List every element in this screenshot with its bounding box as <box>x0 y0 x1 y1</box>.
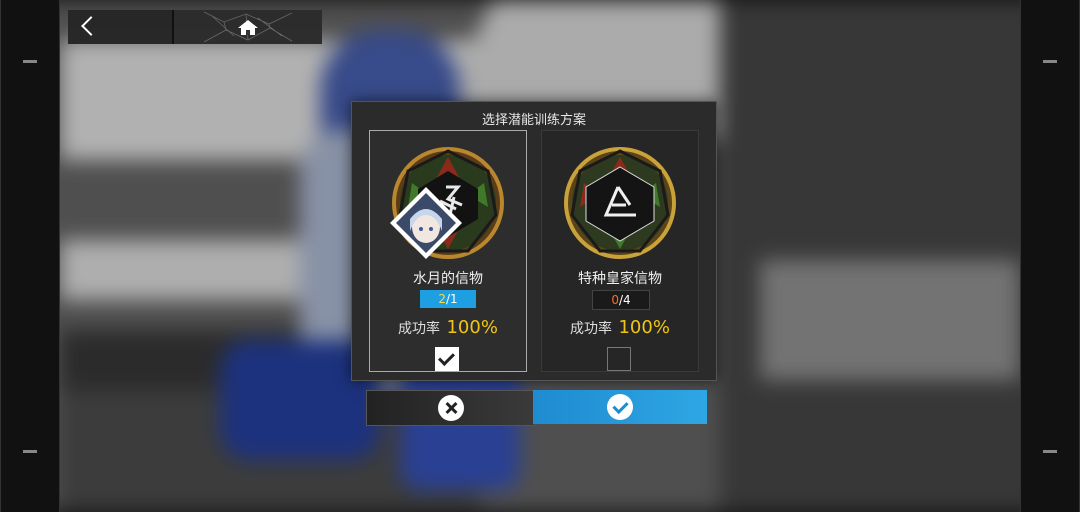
item-count: 2/1 <box>420 290 476 308</box>
home-button[interactable] <box>174 10 322 44</box>
confirm-button[interactable] <box>533 390 707 424</box>
option-name: 特种皇家信物 <box>578 271 662 287</box>
option-checkbox-2[interactable] <box>607 347 631 371</box>
success-rate: 成功率 100% <box>542 317 698 338</box>
success-rate-label: 成功率 <box>570 321 613 337</box>
dialog-title: 选择潜能训练方案 <box>481 113 586 128</box>
option-card-1[interactable]: 水月的信物 2/1 成功率 100% <box>369 130 527 372</box>
dialog-actions <box>366 390 707 426</box>
operator-portrait <box>390 187 462 259</box>
count-current: 2 <box>438 292 446 306</box>
count-total: 4 <box>623 293 631 307</box>
token-medal-icon <box>564 147 676 259</box>
check-circle-icon <box>607 394 633 420</box>
back-button[interactable] <box>68 10 174 44</box>
close-circle-icon <box>438 395 464 421</box>
item-count: 0/4 <box>592 290 650 310</box>
left-frame-bar <box>0 0 60 512</box>
right-frame-bar <box>1020 0 1080 512</box>
option-checkbox-1[interactable] <box>435 347 459 371</box>
top-nav-bar <box>68 10 322 44</box>
success-rate-value: 100% <box>618 317 670 338</box>
success-rate: 成功率 100% <box>370 317 526 338</box>
success-rate-label: 成功率 <box>398 321 441 337</box>
cancel-button[interactable] <box>366 390 535 426</box>
option-name: 水月的信物 <box>413 271 483 287</box>
training-plan-dialog: 选择潜能训练方案 水月的信物 2/1 成功率 100% 特种皇家信物 0/4 成… <box>351 101 717 381</box>
option-card-2[interactable]: 特种皇家信物 0/4 成功率 100% <box>541 130 699 372</box>
checkmark-icon <box>438 349 455 366</box>
chevron-left-icon <box>81 16 101 36</box>
count-current: 0 <box>611 293 619 307</box>
count-total: 1 <box>450 292 458 306</box>
success-rate-value: 100% <box>446 317 498 338</box>
home-icon <box>203 11 293 43</box>
